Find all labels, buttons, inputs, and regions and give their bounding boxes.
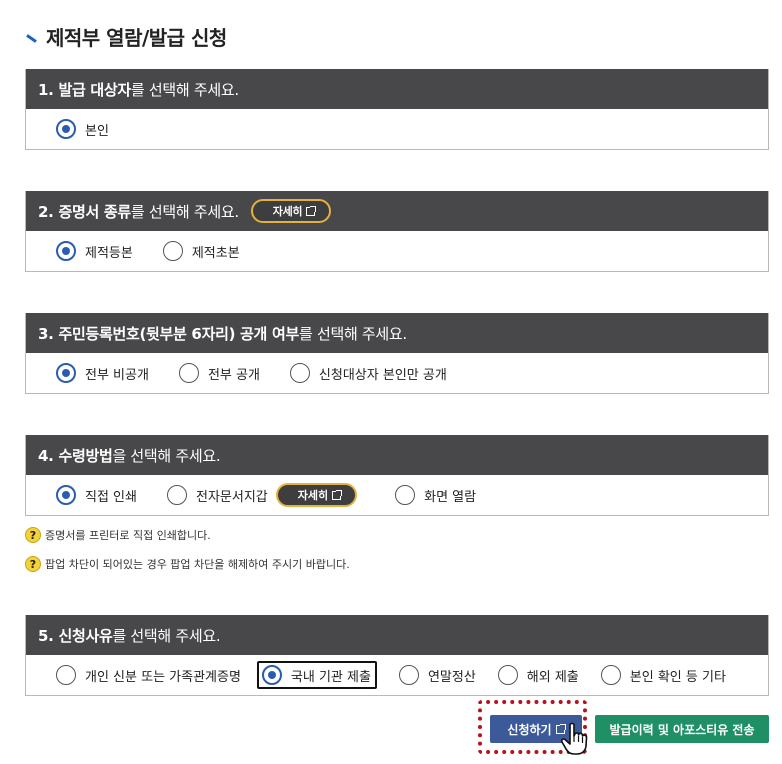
section-receive-method: 4. 수령방법 을 선택해 주세요. 직접 인쇄 전자문서지갑 자세히 화면 열… (25, 435, 769, 516)
help-note-text: 팝업 차단이 되어있는 경우 팝업 차단을 해제하여 주시기 바랍니다. (45, 558, 350, 571)
radio-circle[interactable] (178, 363, 199, 383)
section-options: 전부 비공개 전부 공개 신청대상자 본인만 공개 (26, 353, 768, 393)
radio-e-wallet[interactable]: 전자문서지갑 (166, 485, 268, 505)
radio-circle[interactable] (56, 665, 76, 685)
section-header-rest: 를 선택해 주세요. (112, 626, 221, 645)
radio-screen-view[interactable]: 화면 열람 (395, 485, 476, 505)
radio-circle[interactable] (166, 485, 187, 505)
radio-label: 해외 제출 (526, 669, 579, 685)
radio-personal-family[interactable]: 개인 신분 또는 가족관계증명 (56, 665, 241, 685)
section-options: 제적등본 제적초본 (26, 231, 768, 271)
external-link-icon (306, 205, 317, 216)
radio-year-end-tax[interactable]: 연말정산 (398, 665, 476, 685)
issue-history-button[interactable]: 발급이력 및 아포스티유 전송 (595, 715, 769, 743)
radio-label: 국내 기관 제출 (290, 669, 371, 685)
section-request-reason: 5. 신청사유 를 선택해 주세요. 개인 신분 또는 가족관계증명 국내 기관… (25, 615, 769, 696)
section-header-bold: 1. 발급 대상자 (38, 80, 131, 99)
radio-label: 제적초본 (191, 245, 240, 261)
section-header: 1. 발급 대상자 를 선택해 주세요. (26, 69, 768, 109)
radio-label: 개인 신분 또는 가족관계증명 (85, 669, 241, 685)
radio-all-private[interactable]: 전부 비공개 (56, 363, 149, 383)
section-header: 5. 신청사유 를 선택해 주세요. (26, 615, 768, 655)
radio-domestic-agency[interactable]: 국내 기관 제출 (256, 661, 377, 689)
radio-label: 제적등본 (85, 245, 133, 261)
section-header-rest: 을 선택해 주세요. (112, 446, 221, 465)
section-header-bold: 2. 증명서 종류 (38, 202, 131, 221)
radio-direct-print[interactable]: 직접 인쇄 (56, 485, 137, 505)
section-certificate-type: 2. 증명서 종류 를 선택해 주세요. 자세히 제적등본 제적초본 (25, 191, 769, 272)
radio-self[interactable]: 본인 (56, 119, 109, 139)
external-link-icon (332, 489, 343, 500)
radio-circle[interactable] (261, 665, 282, 685)
section-options: 직접 인쇄 전자문서지갑 자세히 화면 열람 (26, 475, 768, 515)
section-issue-target: 1. 발급 대상자 를 선택해 주세요. 본인 (25, 69, 769, 150)
page-title-text: 제적부 열람/발급 신청 (46, 25, 227, 50)
section-header: 4. 수령방법 을 선택해 주세요. (26, 435, 768, 475)
radio-label: 본인 (85, 123, 109, 139)
radio-full-copy[interactable]: 제적등본 (56, 241, 133, 261)
section-options: 개인 신분 또는 가족관계증명 국내 기관 제출 연말정산 해외 제출 본인 확… (26, 655, 768, 695)
help-note-print: ? 증명서를 프린터로 직접 인쇄합니다. (25, 527, 211, 543)
detail-button-label: 자세히 (272, 205, 303, 218)
radio-label: 화면 열람 (424, 489, 477, 505)
page-title: 제적부 열람/발급 신청 (26, 20, 227, 52)
radio-circle[interactable] (162, 241, 183, 261)
radio-circle[interactable] (289, 363, 310, 383)
apply-button-label: 신청하기 (507, 722, 552, 737)
radio-label: 전부 비공개 (85, 367, 149, 383)
radio-circle[interactable] (56, 485, 76, 505)
radio-circle[interactable] (56, 363, 76, 383)
radio-label: 직접 인쇄 (85, 489, 137, 505)
detail-button-label: 자세히 (297, 489, 329, 502)
radio-circle[interactable] (56, 119, 76, 139)
radio-label: 전자문서지갑 (195, 489, 268, 505)
radio-circle[interactable] (600, 665, 621, 685)
hand-pointer-icon (560, 722, 588, 755)
radio-circle[interactable] (497, 665, 518, 685)
section-id-disclosure: 3. 주민등록번호(뒷부분 6자리) 공개 여부 를 선택해 주세요. 전부 비… (25, 313, 769, 394)
radio-overseas[interactable]: 해외 제출 (497, 665, 579, 685)
radio-all-public[interactable]: 전부 공개 (178, 363, 260, 383)
radio-label: 연말정산 (427, 669, 476, 685)
section-header-bold: 4. 수령방법 (38, 446, 113, 465)
radio-circle[interactable] (398, 665, 419, 685)
section-options: 본인 (26, 109, 768, 149)
radio-other[interactable]: 본인 확인 등 기타 (600, 665, 726, 685)
section-header-bold: 3. 주민등록번호(뒷부분 6자리) 공개 여부 (38, 324, 299, 343)
radio-abstract-copy[interactable]: 제적초본 (162, 241, 240, 261)
radio-circle[interactable] (395, 485, 416, 505)
radio-label: 본인 확인 등 기타 (629, 669, 726, 685)
radio-label: 신청대상자 본인만 공개 (318, 367, 447, 383)
section-header-bold: 5. 신청사유 (38, 626, 113, 645)
help-note-popup: ? 팝업 차단이 되어있는 경우 팝업 차단을 해제하여 주시기 바랍니다. (25, 556, 350, 572)
question-icon: ? (25, 556, 41, 572)
section-header: 3. 주민등록번호(뒷부분 6자리) 공개 여부 를 선택해 주세요. (26, 313, 768, 353)
section-header-rest: 를 선택해 주세요. (298, 324, 407, 343)
section-header: 2. 증명서 종류 를 선택해 주세요. 자세히 (26, 191, 768, 231)
section-header-rest: 를 선택해 주세요. (130, 80, 239, 99)
radio-circle[interactable] (56, 241, 76, 261)
section-header-rest: 를 선택해 주세요. (130, 202, 239, 221)
title-marker-icon (26, 33, 37, 43)
issue-history-label: 발급이력 및 아포스티유 전송 (609, 722, 755, 737)
question-icon: ? (25, 527, 41, 543)
radio-self-only-public[interactable]: 신청대상자 본인만 공개 (289, 363, 447, 383)
radio-label: 전부 공개 (207, 367, 260, 383)
help-note-text: 증명서를 프린터로 직접 인쇄합니다. (45, 529, 211, 542)
detail-button-certificate[interactable]: 자세히 (250, 199, 332, 223)
detail-button-receive[interactable]: 자세히 (275, 483, 358, 507)
